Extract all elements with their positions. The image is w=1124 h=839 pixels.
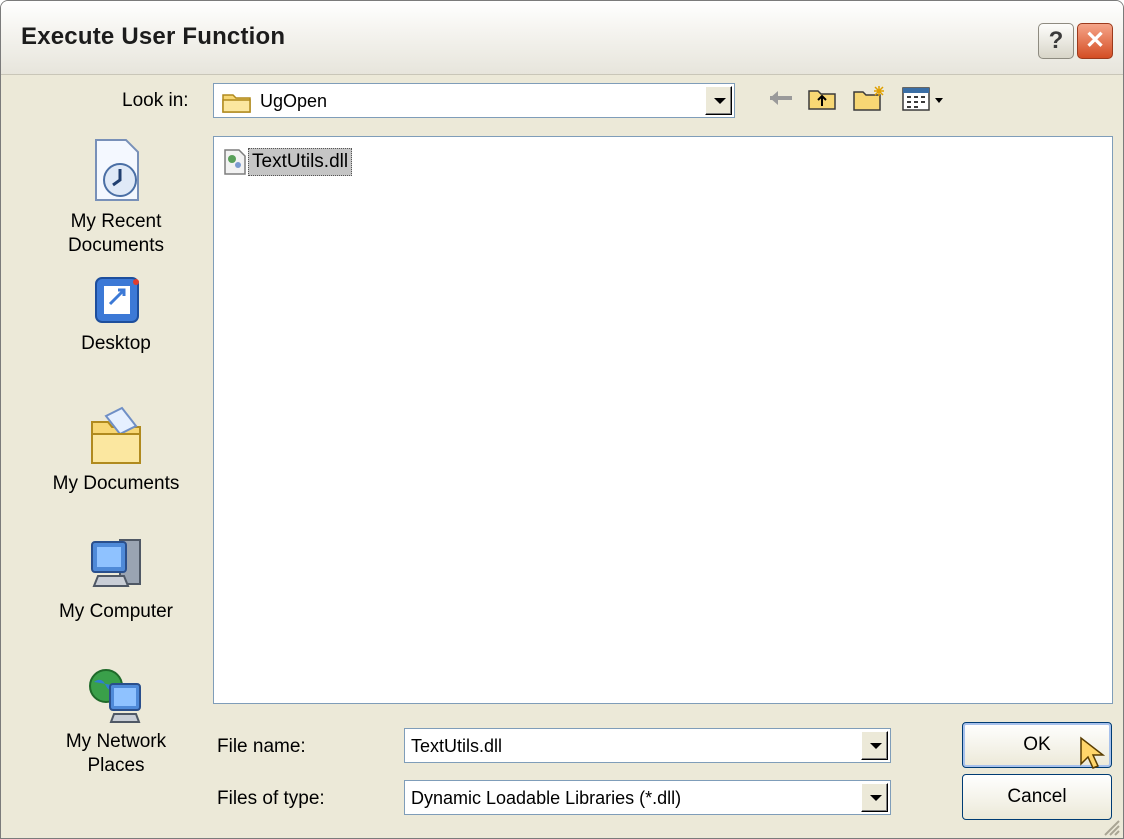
file-name: TextUtils.dll [248,148,353,176]
title-bar[interactable]: Execute User Function ? ✕ [1,1,1123,75]
place-label: My Computer [58,601,174,622]
folder-icon [222,94,251,113]
place-my-recent-documents[interactable]: My Recent Documents [35,136,197,258]
place-label: My Documents [52,473,180,494]
file-name-combobox[interactable]: TextUtils.dll [404,728,891,763]
new-folder-icon[interactable] [851,84,887,112]
file-name-label: File name: [217,736,306,757]
cancel-button[interactable]: Cancel [962,774,1112,820]
up-one-level-icon[interactable] [806,84,838,112]
place-my-network-places[interactable]: My Network Places [35,664,197,778]
file-name-dropdown-button[interactable] [861,731,888,760]
look-in-dropdown-button[interactable] [705,86,732,115]
recent-documents-icon [95,139,139,201]
dialog-title: Execute User Function [21,23,286,50]
my-network-places-icon [89,669,141,723]
file-list[interactable]: TextUtils.dll [213,136,1113,704]
place-my-documents[interactable]: My Documents [35,406,197,496]
place-my-computer[interactable]: My Computer [35,534,197,624]
help-button[interactable]: ? [1038,23,1074,59]
places-bar: My Recent Documents Desktop My Documents [35,136,197,816]
desktop-icon [95,277,139,323]
place-label: Places [87,755,145,776]
place-label: My Network [65,731,167,752]
close-button[interactable]: ✕ [1077,23,1113,59]
look-in-combobox[interactable]: UgOpen [213,83,735,118]
place-label: Desktop [81,333,151,354]
my-documents-icon [91,406,141,464]
view-menu-icon[interactable] [901,84,949,112]
look-in-value: UgOpen [260,91,328,111]
my-computer-icon [91,539,141,587]
file-type-dropdown-button[interactable] [861,783,888,812]
execute-user-function-dialog: Execute User Function ? ✕ Look in: UgOpe… [0,0,1124,839]
place-desktop[interactable]: Desktop [35,274,197,356]
file-type-value: Dynamic Loadable Libraries (*.dll) [411,788,682,808]
resize-grip-icon[interactable] [1101,817,1121,837]
file-type-combobox[interactable]: Dynamic Loadable Libraries (*.dll) [404,780,891,815]
place-label: My Recent [70,211,162,232]
dll-file-icon [224,149,246,175]
file-name-value[interactable]: TextUtils.dll [411,736,502,757]
place-label: Documents [67,235,165,256]
back-arrow-icon[interactable] [766,84,798,112]
list-item[interactable]: TextUtils.dll [222,147,353,177]
mouse-cursor-icon [1080,736,1105,769]
file-type-label: Files of type: [217,788,325,809]
look-in-label: Look in: [122,90,189,111]
